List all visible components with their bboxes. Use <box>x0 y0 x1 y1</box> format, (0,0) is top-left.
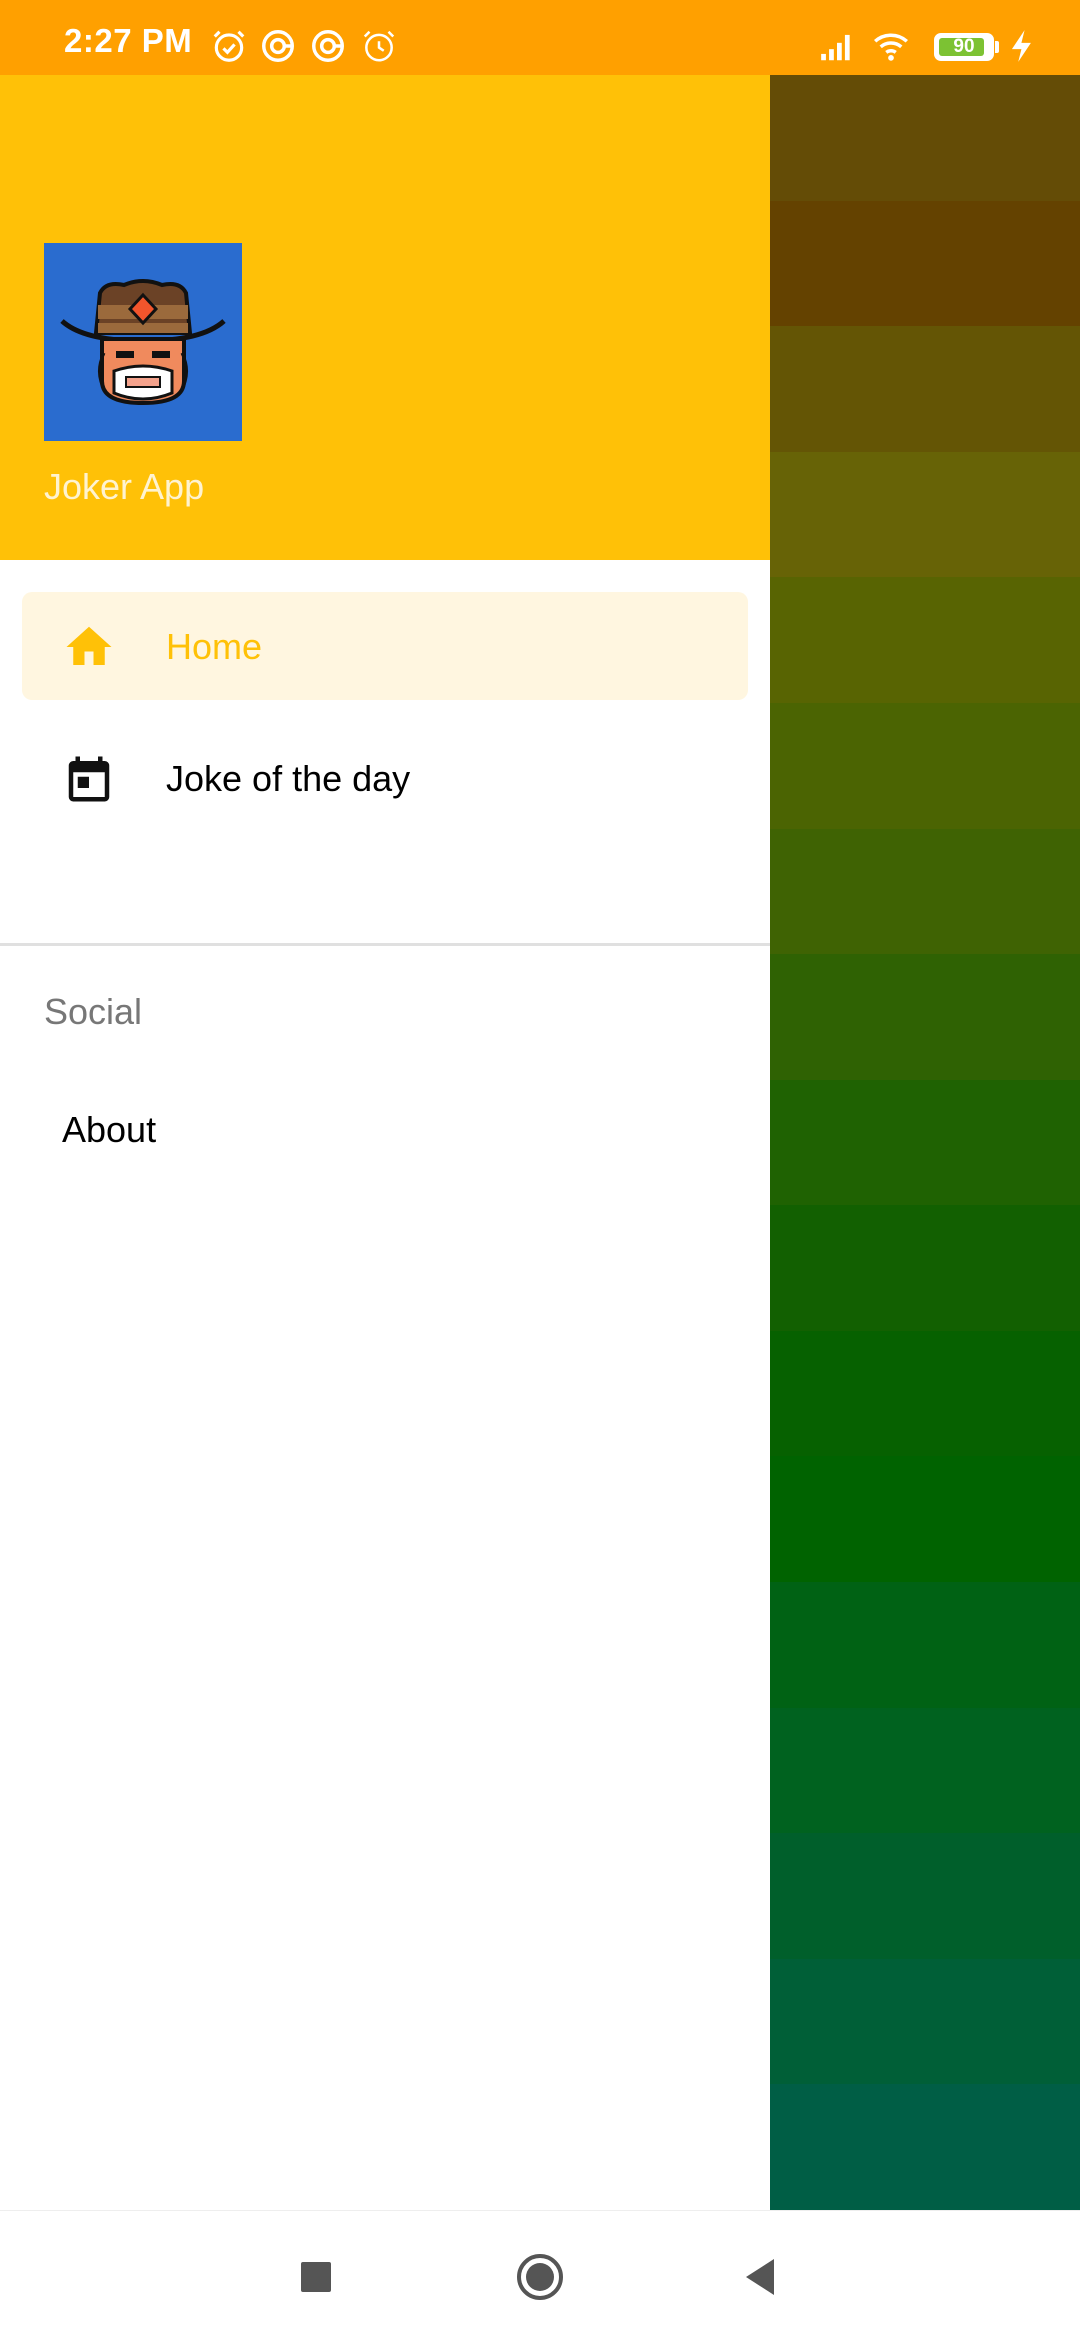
background-band <box>770 1708 1080 1834</box>
background-band <box>770 1456 1080 1582</box>
drawer-header: Joker App <box>0 75 770 560</box>
sync-icon <box>312 30 344 62</box>
cowboy-avatar-icon <box>44 243 242 441</box>
battery-level: 90 <box>953 36 975 57</box>
navigation-bar <box>0 2210 1080 2340</box>
background-band <box>770 1331 1080 1457</box>
signal-icon <box>821 34 850 61</box>
menu-item-home[interactable]: Home <box>22 592 748 700</box>
status-time: 2:27 PM <box>64 22 193 59</box>
drawer-scrim[interactable] <box>770 75 1080 2210</box>
navigation-drawer: Joker App Home Joke of the day Social Ab… <box>0 75 770 2210</box>
menu-item-label: About <box>62 1109 157 1150</box>
battery-tip <box>995 41 999 53</box>
background-band <box>770 1205 1080 1331</box>
recents-button[interactable] <box>290 2251 342 2303</box>
battery-icon: 90 <box>934 33 994 61</box>
alarm-icon <box>213 30 245 62</box>
status-bar: 2:27 PM 90 <box>0 0 1080 75</box>
background-band <box>770 829 1080 955</box>
drawer-divider <box>0 943 770 946</box>
menu-item-joke-of-the-day[interactable]: Joke of the day <box>22 724 748 832</box>
background-band <box>770 954 1080 1080</box>
menu-item-label: Joke of the day <box>166 758 411 799</box>
background-band <box>770 452 1080 578</box>
background-band <box>770 1080 1080 1206</box>
home-button[interactable] <box>514 2251 566 2303</box>
background-band <box>770 201 1080 327</box>
wifi-icon <box>874 33 908 61</box>
section-header-social: Social <box>44 991 143 1032</box>
background-band <box>770 1959 1080 2085</box>
background-band <box>770 703 1080 829</box>
back-button[interactable] <box>736 2251 788 2303</box>
background-band <box>770 2084 1080 2210</box>
calendar-icon <box>68 756 110 802</box>
menu-item-label: Home <box>166 626 263 667</box>
background-band <box>770 1833 1080 1959</box>
background-band <box>770 577 1080 703</box>
background-band <box>770 75 1080 201</box>
alarm-outline-icon <box>363 30 395 62</box>
menu-item-about[interactable]: About <box>22 1077 748 1181</box>
app-name: Joker App <box>44 466 205 507</box>
background-band <box>770 326 1080 452</box>
home-icon <box>66 626 112 665</box>
background-band <box>770 1582 1080 1708</box>
sync-icon <box>262 30 294 62</box>
charging-icon <box>1011 30 1031 62</box>
